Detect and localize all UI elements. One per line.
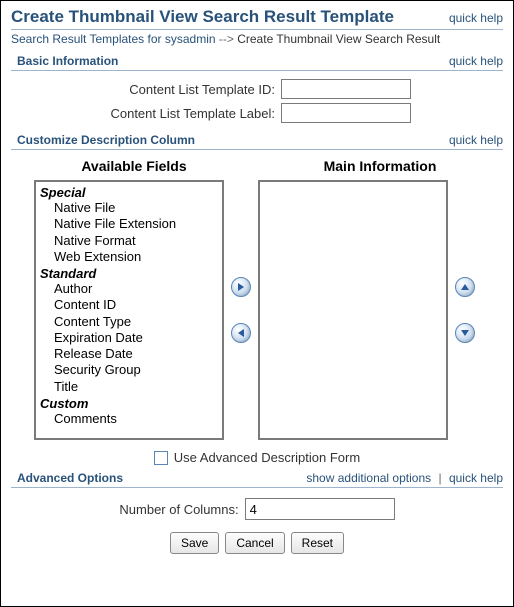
transfer-arrows <box>226 277 256 343</box>
advanced-section-header: Advanced Options show additional options… <box>11 471 503 485</box>
title-divider <box>11 29 503 30</box>
move-up-button[interactable] <box>455 277 475 297</box>
template-id-input[interactable] <box>281 79 411 99</box>
list-item[interactable]: Native File <box>40 200 218 216</box>
customize-section-title: Customize Description Column <box>11 133 195 147</box>
template-id-row: Content List Template ID: <box>11 79 503 99</box>
main-information-listbox[interactable] <box>258 180 448 440</box>
page-title: Create Thumbnail View Search Result Temp… <box>11 7 394 27</box>
arrow-right-icon <box>236 282 246 292</box>
template-label-input[interactable] <box>281 103 411 123</box>
main-information-header: Main Information <box>280 158 480 174</box>
list-group: Custom <box>40 396 218 411</box>
available-fields-listbox[interactable]: SpecialNative FileNative File ExtensionN… <box>34 180 224 440</box>
available-fields-header: Available Fields <box>34 158 234 174</box>
num-columns-label: Number of Columns: <box>119 502 238 517</box>
list-item[interactable]: Comments <box>40 411 218 427</box>
use-advanced-label: Use Advanced Description Form <box>174 450 360 465</box>
customize-divider <box>11 149 503 150</box>
quick-help-link-top[interactable]: quick help <box>449 11 503 25</box>
list-item[interactable]: Author <box>40 281 218 297</box>
template-label-label: Content List Template Label: <box>11 106 281 121</box>
basic-section-title: Basic Information <box>11 54 118 68</box>
breadcrumb-current: Create Thumbnail View Search Result <box>237 32 440 46</box>
use-advanced-row: Use Advanced Description Form <box>11 450 503 465</box>
quick-help-link-advanced[interactable]: quick help <box>449 471 503 485</box>
quick-help-link-basic[interactable]: quick help <box>449 54 503 68</box>
arrow-down-icon <box>460 328 470 338</box>
breadcrumb-link[interactable]: Search Result Templates for sysadmin <box>11 32 216 46</box>
customize-section-header: Customize Description Column quick help <box>11 133 503 147</box>
list-item[interactable]: Content Type <box>40 314 218 330</box>
template-id-label: Content List Template ID: <box>11 82 281 97</box>
num-columns-row: Number of Columns: <box>11 498 503 520</box>
use-advanced-checkbox[interactable] <box>154 451 168 465</box>
move-down-button[interactable] <box>455 323 475 343</box>
move-left-button[interactable] <box>231 323 251 343</box>
num-columns-input[interactable] <box>245 498 395 520</box>
quick-help-link-customize[interactable]: quick help <box>449 133 503 147</box>
breadcrumb: Search Result Templates for sysadmin -->… <box>11 32 503 46</box>
show-additional-options-link[interactable]: show additional options <box>306 471 431 485</box>
advanced-links: show additional options | quick help <box>306 471 503 485</box>
dual-list: SpecialNative FileNative File ExtensionN… <box>11 180 503 440</box>
list-item[interactable]: Native Format <box>40 233 218 249</box>
arrow-left-icon <box>236 328 246 338</box>
list-group: Standard <box>40 266 218 281</box>
save-button[interactable]: Save <box>170 532 219 554</box>
advanced-divider <box>11 487 503 488</box>
basic-section-header: Basic Information quick help <box>11 54 503 68</box>
cancel-button[interactable]: Cancel <box>225 532 284 554</box>
list-item[interactable]: Content ID <box>40 297 218 313</box>
list-item[interactable]: Security Group <box>40 362 218 378</box>
list-item[interactable]: Web Extension <box>40 249 218 265</box>
advanced-section-title: Advanced Options <box>11 471 123 485</box>
page-container: Create Thumbnail View Search Result Temp… <box>0 0 514 607</box>
template-label-row: Content List Template Label: <box>11 103 503 123</box>
page-title-row: Create Thumbnail View Search Result Temp… <box>11 7 503 27</box>
list-item[interactable]: Native File Extension <box>40 216 218 232</box>
reset-button[interactable]: Reset <box>291 532 344 554</box>
breadcrumb-separator: --> <box>216 32 238 46</box>
list-group: Special <box>40 185 218 200</box>
basic-divider <box>11 70 503 71</box>
list-item[interactable]: Expiration Date <box>40 330 218 346</box>
list-item[interactable]: Release Date <box>40 346 218 362</box>
advanced-links-sep: | <box>438 471 441 485</box>
arrow-up-icon <box>460 282 470 292</box>
move-right-button[interactable] <box>231 277 251 297</box>
list-item[interactable]: Title <box>40 379 218 395</box>
column-headers: Available Fields Main Information <box>11 158 503 174</box>
button-row: Save Cancel Reset <box>11 532 503 554</box>
reorder-arrows <box>450 277 480 343</box>
